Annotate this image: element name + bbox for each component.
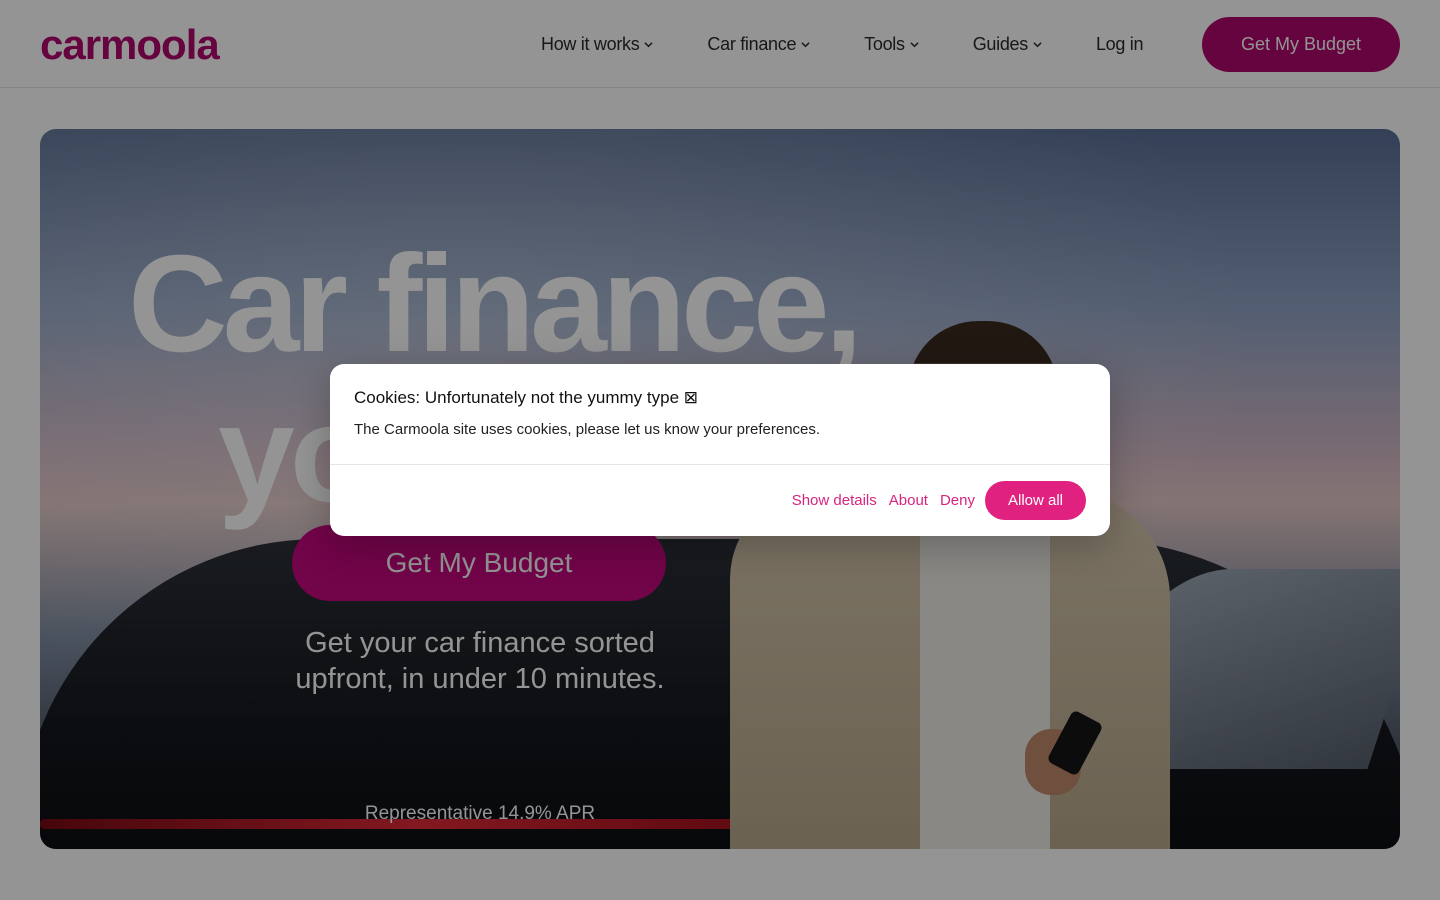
cookie-divider	[330, 464, 1110, 465]
allow-all-button[interactable]: Allow all	[985, 481, 1086, 520]
show-details-button[interactable]: Show details	[792, 492, 877, 509]
deny-button[interactable]: Deny	[940, 492, 975, 509]
cookie-description: The Carmoola site uses cookies, please l…	[354, 421, 821, 438]
cookie-title: Cookies: Unfortunately not the yummy typ…	[354, 388, 699, 407]
cookie-consent-dialog: Cookies: Unfortunately not the yummy typ…	[330, 364, 1110, 536]
cookie-actions: Show details About Deny Allow all	[780, 481, 1086, 520]
about-button[interactable]: About	[889, 492, 928, 509]
